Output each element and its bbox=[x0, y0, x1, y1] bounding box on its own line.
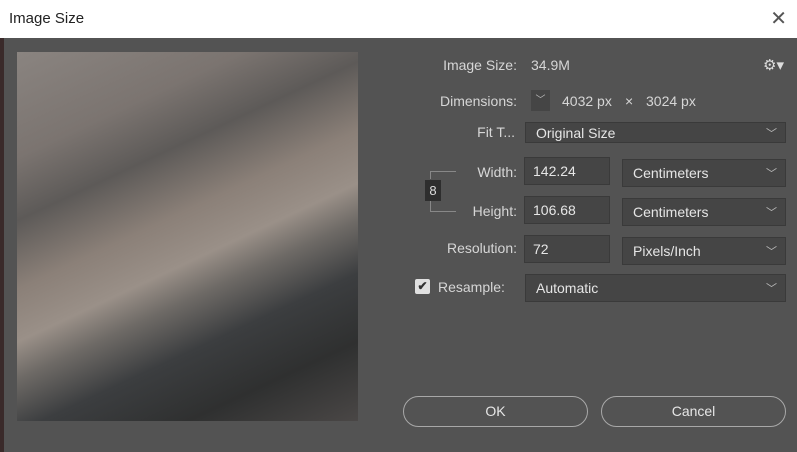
ok-button[interactable]: OK bbox=[403, 396, 588, 427]
resample-label: Resample: bbox=[438, 279, 505, 295]
title-bar: Image Size ✕ bbox=[0, 0, 797, 38]
dimensions-width: 4032 px bbox=[562, 93, 612, 109]
width-input[interactable]: 142.24 bbox=[524, 157, 610, 185]
width-unit-value: Centimeters bbox=[633, 165, 709, 181]
chain-link-icon[interactable]: 8 bbox=[425, 180, 441, 201]
resample-value: Automatic bbox=[536, 280, 599, 296]
image-size-label: Image Size: bbox=[443, 57, 517, 73]
resolution-unit-value: Pixels/Inch bbox=[633, 243, 701, 259]
background-edge bbox=[0, 38, 4, 452]
width-label: Width: bbox=[477, 164, 517, 180]
resolution-label: Resolution: bbox=[446, 240, 517, 256]
gear-icon[interactable]: ⚙▾ bbox=[763, 56, 784, 74]
resample-checkbox[interactable]: ✔ bbox=[415, 279, 430, 294]
resample-select[interactable]: Automatic ﹀ bbox=[525, 274, 786, 302]
cancel-button[interactable]: Cancel bbox=[601, 396, 786, 427]
fit-to-value: Original Size bbox=[536, 125, 616, 141]
chevron-down-icon: ﹀ bbox=[766, 283, 777, 295]
image-size-value: 34.9M bbox=[531, 57, 570, 73]
fit-to-label: Fit T... bbox=[477, 124, 515, 140]
dimensions-dropdown[interactable]: ﹀ bbox=[531, 90, 550, 111]
dimensions-height: 3024 px bbox=[646, 93, 696, 109]
fit-to-select[interactable]: Original Size ﹀ bbox=[525, 122, 786, 143]
image-preview[interactable] bbox=[17, 52, 358, 421]
close-icon[interactable]: ✕ bbox=[770, 6, 787, 31]
height-label: Height: bbox=[472, 203, 517, 219]
chevron-down-icon: ﹀ bbox=[766, 207, 777, 219]
height-input[interactable]: 106.68 bbox=[524, 196, 610, 224]
chevron-down-icon: ﹀ bbox=[766, 246, 777, 258]
dimensions-times: × bbox=[625, 93, 634, 109]
height-unit-value: Centimeters bbox=[633, 204, 709, 220]
chevron-down-icon: ﹀ bbox=[766, 168, 777, 180]
height-unit-select[interactable]: Centimeters ﹀ bbox=[622, 198, 786, 226]
dimensions-label: Dimensions: bbox=[439, 93, 517, 109]
chevron-down-icon: ﹀ bbox=[766, 128, 777, 140]
width-unit-select[interactable]: Centimeters ﹀ bbox=[622, 159, 786, 187]
resolution-unit-select[interactable]: Pixels/Inch ﹀ bbox=[622, 237, 786, 265]
window-title: Image Size bbox=[9, 10, 85, 27]
resolution-input[interactable]: 72 bbox=[524, 235, 610, 263]
